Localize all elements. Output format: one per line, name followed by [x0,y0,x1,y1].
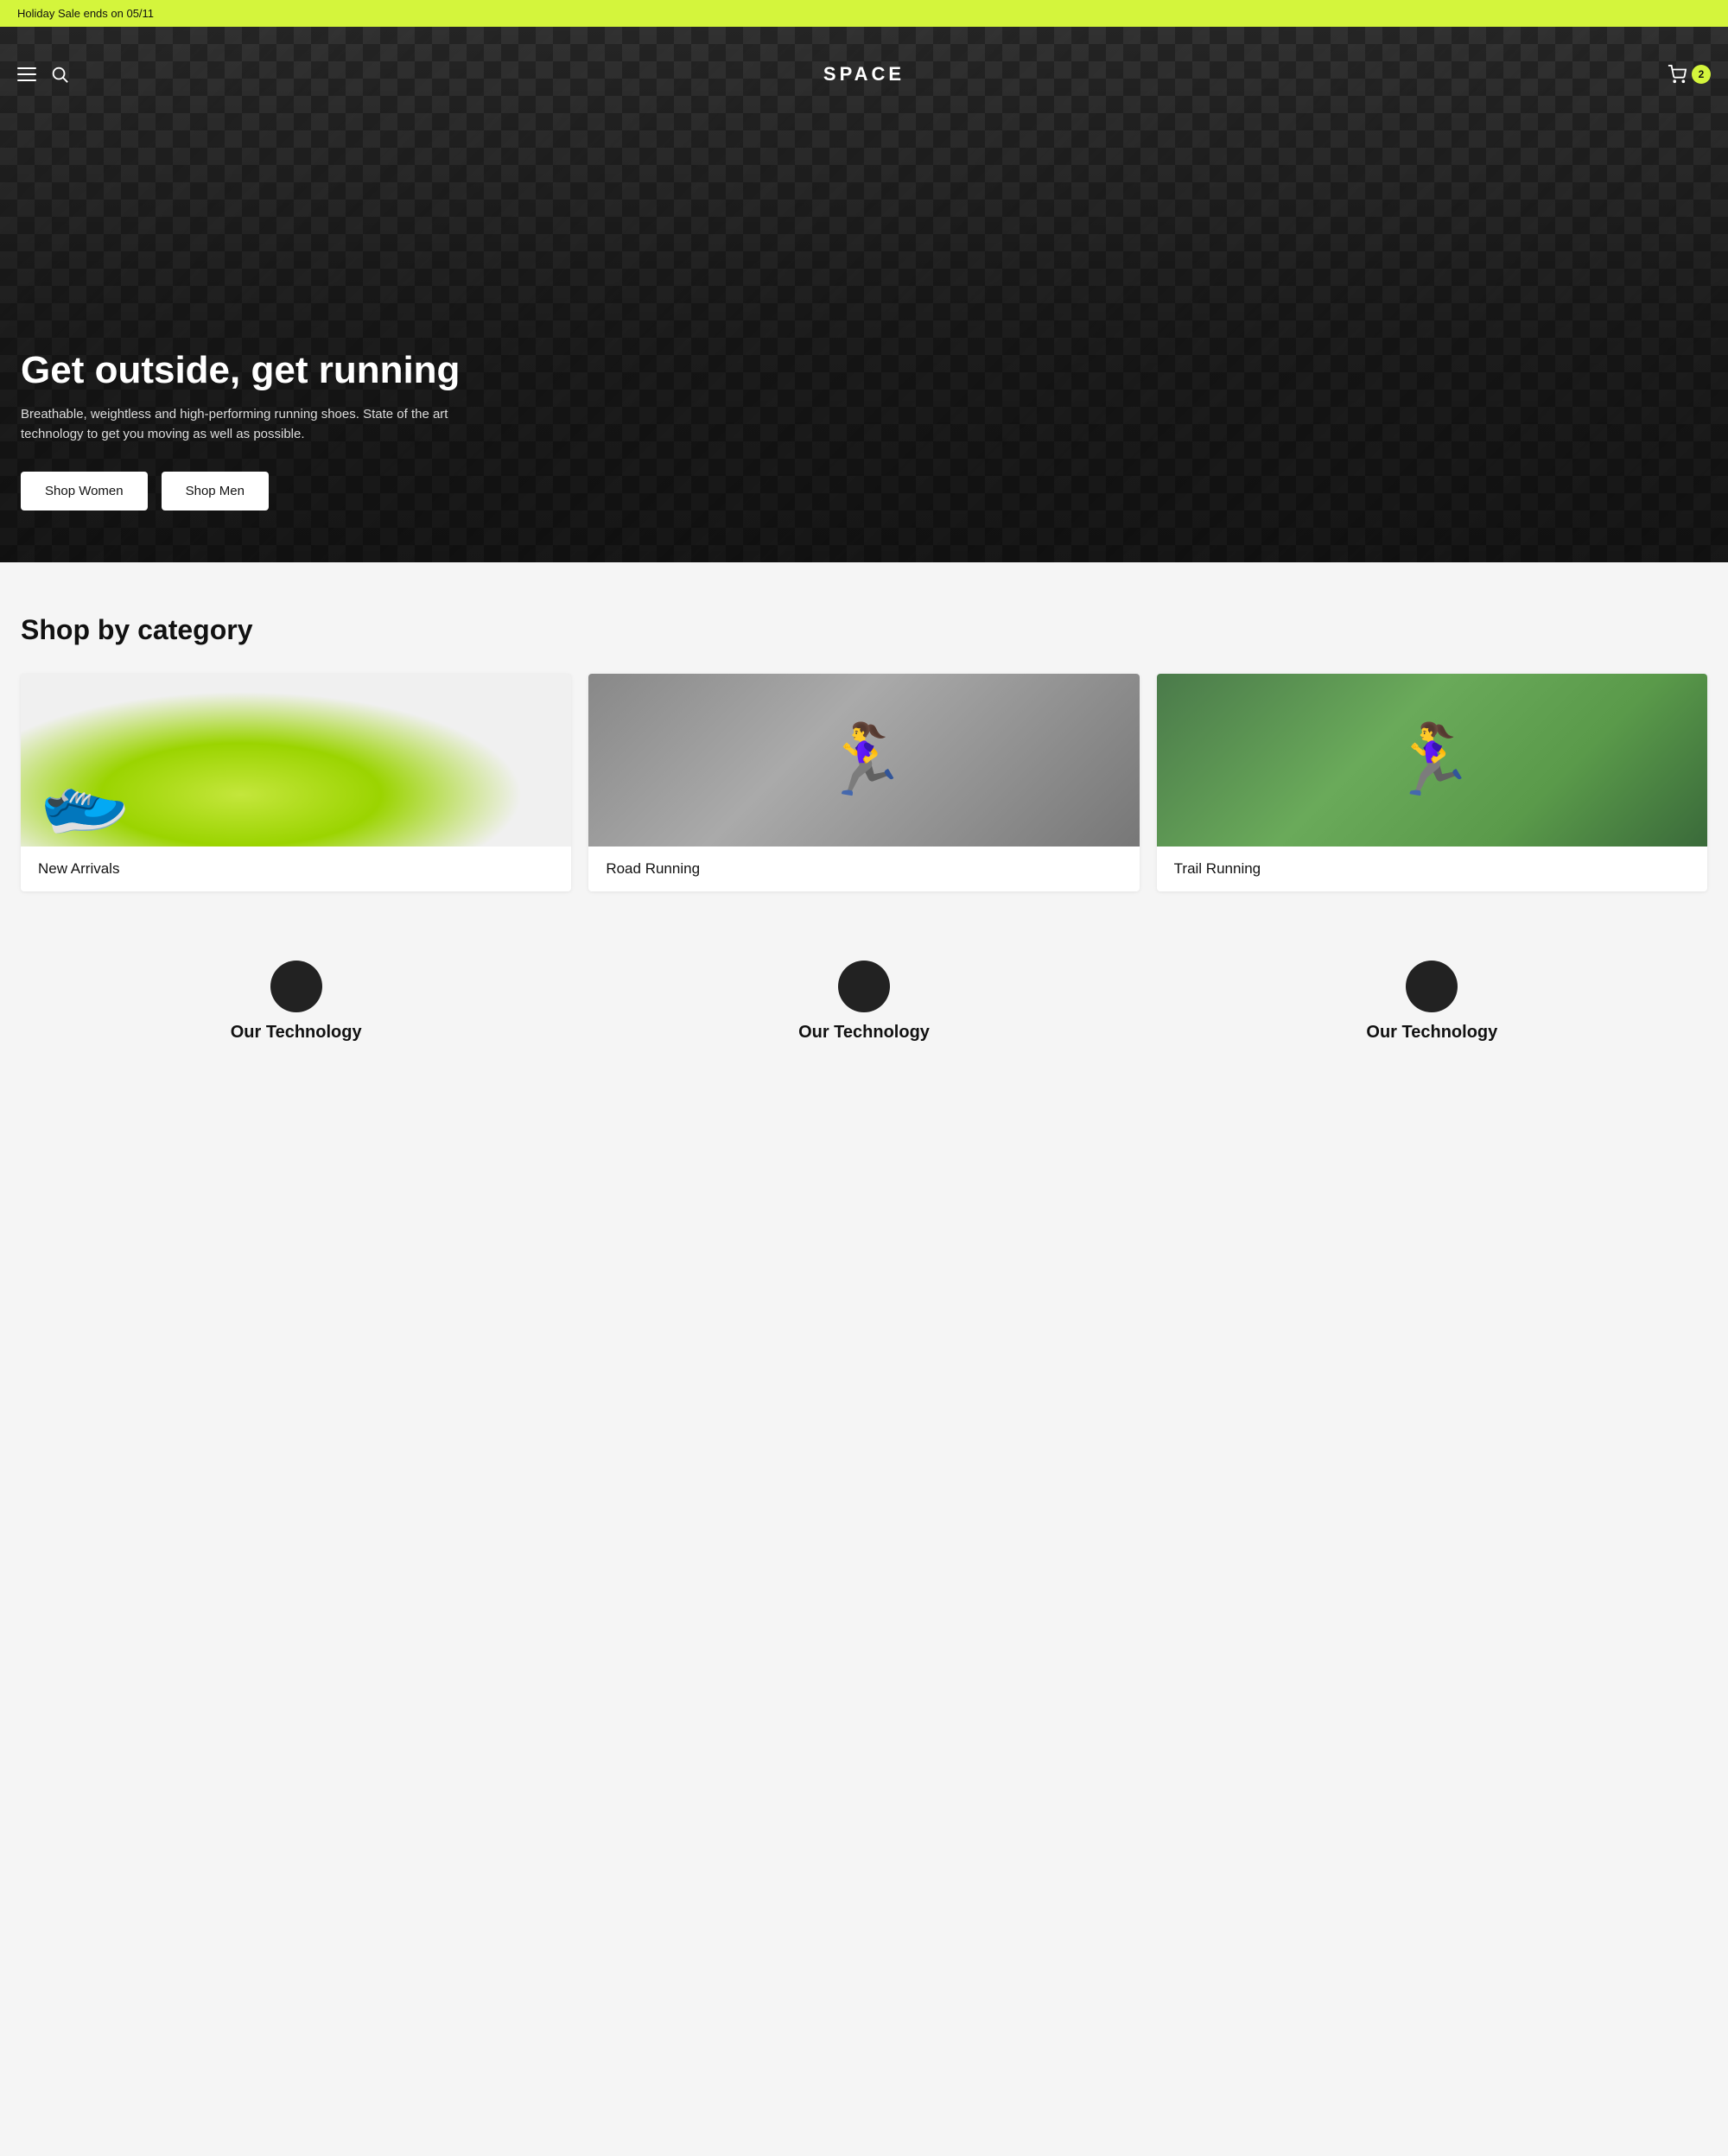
hero-section: SPACE 2 Get outside, get running Breatha… [0,27,1728,562]
tech-item-3: Our Technology [1157,961,1707,1043]
announcement-text: Holiday Sale ends on 05/11 [17,7,154,20]
category-card-new-arrivals[interactable]: New Arrivals [21,674,571,891]
site-logo[interactable]: SPACE [823,63,905,86]
hero-title: Get outside, get running [21,350,1707,391]
tech-icon-2 [838,961,890,1012]
menu-button[interactable] [17,67,36,81]
hero-content: Get outside, get running Breathable, wei… [21,350,1707,510]
header-right: 2 [1668,65,1711,84]
category-card-road-running[interactable]: Road Running [588,674,1139,891]
shop-women-button[interactable]: Shop Women [21,472,148,510]
site-header: SPACE 2 [0,54,1728,94]
cart-count-badge: 2 [1692,65,1711,84]
category-image-new-arrivals [21,674,571,847]
technology-section: Our Technology Our Technology Our Techno… [0,926,1728,1060]
header-left [17,65,69,84]
tech-title-2: Our Technology [588,1023,1139,1043]
category-image-road-running [588,674,1139,847]
tech-item-2: Our Technology [588,961,1139,1043]
category-section-title: Shop by category [21,614,1707,646]
tech-title-3: Our Technology [1157,1023,1707,1043]
tech-icon-1 [270,961,322,1012]
announcement-bar: Holiday Sale ends on 05/11 [0,0,1728,27]
search-icon[interactable] [50,65,69,84]
tech-icon-3 [1406,961,1458,1012]
category-label-new-arrivals: New Arrivals [21,847,571,891]
tech-title-1: Our Technology [21,1023,571,1043]
cart-icon [1668,65,1687,84]
hero-buttons: Shop Women Shop Men [21,472,1707,510]
category-section: Shop by category New Arrivals Road Runni… [0,562,1728,926]
shop-men-button[interactable]: Shop Men [162,472,269,510]
category-grid: New Arrivals Road Running Trail Running [21,674,1707,891]
tech-item-1: Our Technology [21,961,571,1043]
category-card-trail-running[interactable]: Trail Running [1157,674,1707,891]
hero-subtitle: Breathable, weightless and high-performi… [21,405,470,444]
category-label-trail-running: Trail Running [1157,847,1707,891]
category-label-road-running: Road Running [588,847,1139,891]
cart-button[interactable]: 2 [1668,65,1711,84]
category-image-trail-running [1157,674,1707,847]
